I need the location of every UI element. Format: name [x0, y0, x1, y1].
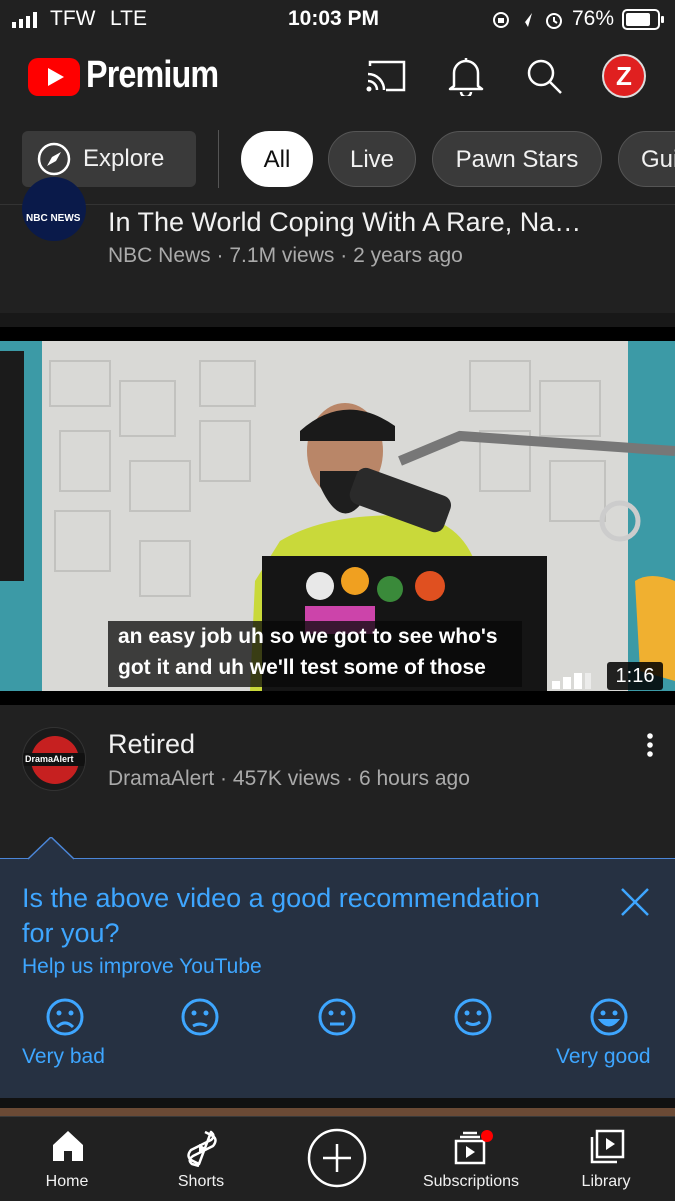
video-meta: DramaAlert · 457K views · 6 hours ago — [108, 767, 470, 790]
video-title[interactable]: In The World Coping With A Rare, Na… — [108, 207, 581, 238]
clock: 10:03 PM — [288, 7, 380, 30]
chip-guitar[interactable]: Gui — [618, 131, 675, 187]
bad-face-icon[interactable] — [180, 997, 220, 1037]
channel-name[interactable]: DramaAlert — [108, 767, 214, 790]
video-duration: 1:16 — [607, 662, 663, 690]
carrier-label: TFW — [50, 7, 96, 30]
subscriptions-icon — [454, 1130, 493, 1165]
recommendation-survey: Is the above video a good recommendation… — [0, 837, 675, 1099]
shorts-icon — [187, 1130, 217, 1167]
caption-line-2: got it and uh we'll test some of those — [118, 656, 486, 679]
avatar-text: DramaAlert — [25, 754, 74, 764]
app-header: Premium Z — [0, 38, 675, 117]
search-icon[interactable] — [526, 58, 564, 96]
feed-divider — [0, 1098, 675, 1116]
caption-line-1: an easy job uh so we got to see who's — [118, 625, 498, 648]
bottom-navigation: Home Shorts Subscriptions Library — [0, 1116, 675, 1201]
video-meta: NBC News · 7.1M views · 2 years ago — [108, 244, 463, 267]
nav-home[interactable]: Home — [2, 1117, 132, 1201]
nav-subscriptions-label: Subscriptions — [422, 1173, 520, 1190]
very-good-label: Very good — [556, 1045, 651, 1068]
chip-all[interactable]: All — [241, 131, 313, 187]
close-icon[interactable] — [620, 887, 650, 917]
nav-home-label: Home — [45, 1173, 89, 1190]
battery-icon — [622, 9, 664, 30]
status-icons — [493, 12, 562, 29]
explore-label: Explore — [83, 145, 165, 172]
nav-subscriptions[interactable]: Subscriptions — [406, 1117, 536, 1201]
video-item-nbc[interactable]: NBC NEWS In The World Coping With A Rare… — [0, 177, 675, 313]
channel-name[interactable]: NBC News — [108, 244, 211, 267]
very-bad-label: Very bad — [22, 1045, 105, 1068]
survey-question-line-1: Is the above video a good recommendation — [22, 883, 540, 913]
caption-box: an easy job uh so we got to see who's go… — [108, 621, 522, 687]
avatar-text: NBC NEWS — [26, 213, 81, 224]
brand-title: Premium — [86, 54, 219, 96]
chip-divider — [218, 130, 219, 188]
nav-library[interactable]: Library — [541, 1117, 671, 1201]
home-icon — [53, 1131, 83, 1161]
upload-age: 2 years ago — [353, 244, 463, 267]
very-bad-face-icon[interactable] — [45, 997, 85, 1037]
neutral-face-icon[interactable] — [317, 997, 357, 1037]
account-avatar[interactable]: Z — [602, 54, 646, 98]
good-face-icon[interactable] — [453, 997, 493, 1037]
view-count: 457K views — [232, 767, 341, 790]
cast-icon[interactable] — [366, 60, 406, 94]
survey-pointer — [28, 837, 74, 860]
compass-icon — [37, 142, 71, 176]
status-bar: TFW LTE 10:03 PM 76% — [0, 0, 675, 38]
more-options-icon[interactable] — [640, 731, 660, 761]
nav-library-label: Library — [581, 1173, 631, 1190]
filter-chips-bar: Explore All Live Pawn Stars Gui — [0, 116, 675, 205]
create-plus-icon[interactable] — [306, 1127, 368, 1189]
upload-age: 6 hours ago — [358, 767, 470, 790]
signal-icon — [12, 12, 37, 28]
channel-avatar-dramaalert[interactable]: DramaAlert — [22, 727, 86, 791]
chip-live[interactable]: Live — [328, 131, 416, 187]
nav-shorts-label: Shorts — [177, 1173, 225, 1190]
nav-shorts[interactable]: Shorts — [136, 1117, 266, 1201]
network-label: LTE — [110, 7, 147, 30]
view-count: 7.1M views — [229, 244, 335, 267]
survey-question-line-2: for you? — [22, 918, 120, 948]
volume-bars-icon — [552, 673, 591, 689]
video-item-dramaalert[interactable]: DramaAlert Retired DramaAlert · 457K vie… — [0, 705, 675, 858]
chip-pawn-stars[interactable]: Pawn Stars — [432, 131, 602, 187]
battery-percent: 76% — [572, 7, 615, 30]
survey-subtitle: Help us improve YouTube — [22, 955, 262, 978]
notifications-bell-icon[interactable] — [448, 56, 484, 96]
youtube-logo-icon[interactable] — [28, 58, 80, 96]
feed-divider — [0, 313, 675, 327]
very-good-face-icon[interactable] — [589, 997, 629, 1037]
channel-avatar-nbc[interactable]: NBC NEWS — [22, 177, 86, 241]
video-player[interactable]: an easy job uh so we got to see who's go… — [0, 327, 675, 705]
video-title[interactable]: Retired — [108, 729, 195, 760]
library-icon — [590, 1129, 625, 1164]
